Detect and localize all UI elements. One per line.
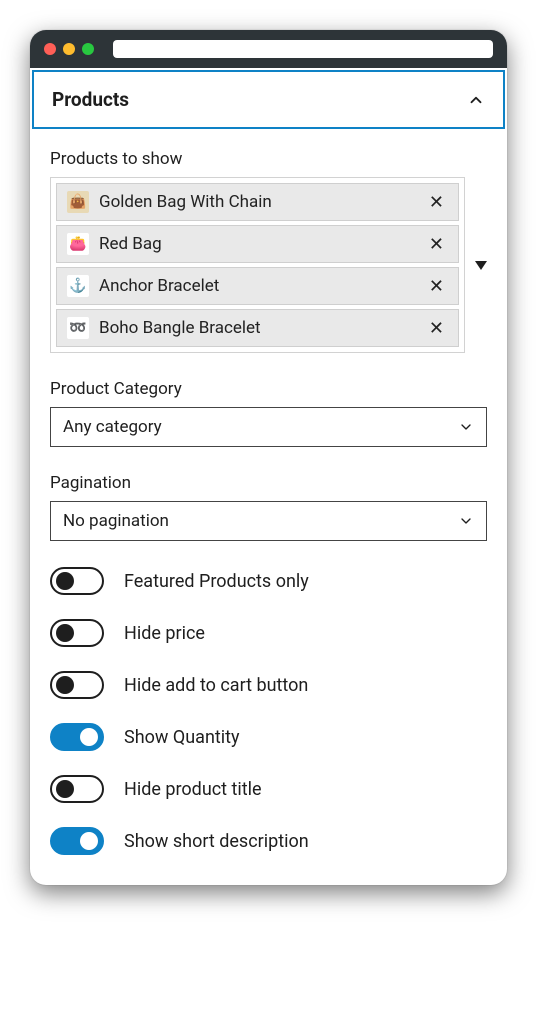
remove-icon[interactable]: ✕ <box>425 192 448 213</box>
product-thumb-icon: 👛 <box>67 233 89 255</box>
toggle-label: Featured Products only <box>124 571 309 592</box>
product-category-select[interactable]: Any category <box>50 407 487 447</box>
product-chip: 👜 Golden Bag With Chain ✕ <box>56 183 459 221</box>
product-thumb-icon: 👜 <box>67 191 89 213</box>
close-dot-icon[interactable] <box>44 43 56 55</box>
zoom-dot-icon[interactable] <box>82 43 94 55</box>
pagination-value: No pagination <box>63 511 169 531</box>
multiselect-caret-icon[interactable] <box>475 261 487 270</box>
panel-header[interactable]: Products <box>32 70 505 129</box>
product-chip: ⚓ Anchor Bracelet ✕ <box>56 267 459 305</box>
chevron-up-icon <box>467 91 485 109</box>
chevron-down-icon <box>458 513 474 529</box>
remove-icon[interactable]: ✕ <box>425 234 448 255</box>
toggle-row: Featured Products only <box>50 567 487 595</box>
products-multiselect[interactable]: 👜 Golden Bag With Chain ✕ 👛 Red Bag ✕ ⚓ Anchor … <box>50 177 465 353</box>
product-chip: ➿ Boho Bangle Bracelet ✕ <box>56 309 459 347</box>
toggle-label: Hide add to cart button <box>124 675 308 696</box>
toggle-label: Hide price <box>124 623 205 644</box>
panel-title: Products <box>52 88 129 111</box>
products-multiselect-wrap: 👜 Golden Bag With Chain ✕ 👛 Red Bag ✕ ⚓ Anchor … <box>50 177 487 353</box>
toggle-row: Show short description <box>50 827 487 855</box>
products-to-show-label: Products to show <box>50 149 487 169</box>
toggle-switch[interactable] <box>50 827 104 855</box>
product-thumb-icon: ➿ <box>67 317 89 339</box>
product-chip-label: Red Bag <box>99 234 415 254</box>
panel-body: Products to show 👜 Golden Bag With Chain ✕… <box>30 131 507 885</box>
toggle-switch[interactable] <box>50 567 104 595</box>
remove-icon[interactable]: ✕ <box>425 276 448 297</box>
toggle-row: Hide price <box>50 619 487 647</box>
toggle-label: Show Quantity <box>124 727 240 748</box>
minimize-dot-icon[interactable] <box>63 43 75 55</box>
toggle-label: Hide product title <box>124 779 262 800</box>
remove-icon[interactable]: ✕ <box>425 318 448 339</box>
toggle-switch[interactable] <box>50 619 104 647</box>
toggle-switch[interactable] <box>50 775 104 803</box>
window: Products Products to show 👜 Golden Bag Wi… <box>30 30 507 885</box>
toggle-row: Hide add to cart button <box>50 671 487 699</box>
chevron-down-icon <box>458 419 474 435</box>
product-chip-label: Boho Bangle Bracelet <box>99 318 415 338</box>
product-chip-label: Anchor Bracelet <box>99 276 415 296</box>
product-thumb-icon: ⚓ <box>67 275 89 297</box>
titlebar <box>30 30 507 68</box>
toggle-switch[interactable] <box>50 671 104 699</box>
pagination-select[interactable]: No pagination <box>50 501 487 541</box>
product-chip: 👛 Red Bag ✕ <box>56 225 459 263</box>
toggle-row: Hide product title <box>50 775 487 803</box>
toggle-list: Featured Products only Hide price Hide add… <box>50 567 487 855</box>
toggle-label: Show short description <box>124 831 309 852</box>
url-bar[interactable] <box>113 40 493 58</box>
pagination-label: Pagination <box>50 473 487 493</box>
product-chip-label: Golden Bag With Chain <box>99 192 415 212</box>
products-panel: Products Products to show 👜 Golden Bag Wi… <box>30 70 507 885</box>
toggle-row: Show Quantity <box>50 723 487 751</box>
product-category-label: Product Category <box>50 379 487 399</box>
toggle-switch[interactable] <box>50 723 104 751</box>
product-category-value: Any category <box>63 417 162 437</box>
